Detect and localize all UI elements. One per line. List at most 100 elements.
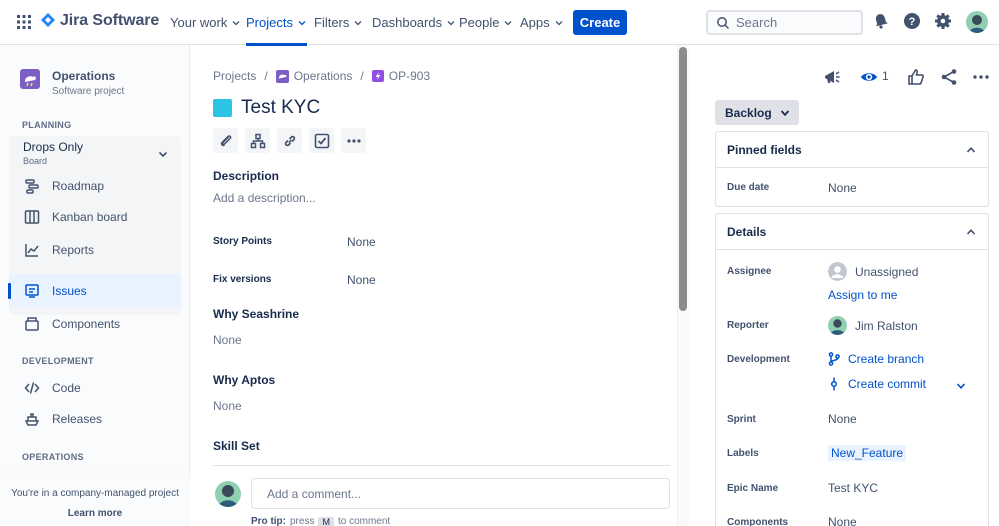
sprint-value[interactable]: None [828,412,857,426]
learn-more-link[interactable]: Learn more [0,508,190,519]
create-branch-link[interactable]: Create branch [828,352,924,366]
pinned-fields-title: Pinned fields [727,142,802,157]
watch-eye-icon[interactable] [860,68,878,86]
search-box[interactable] [706,10,863,35]
app-switcher-icon[interactable] [16,14,32,30]
thumbs-up-icon[interactable] [907,68,925,86]
comment-input[interactable]: Add a comment... [251,478,670,509]
story-points-value[interactable]: None [347,235,376,249]
hierarchy-icon [250,133,265,148]
issue-title[interactable]: Test KYC [241,97,320,119]
settings-gear-icon[interactable] [934,12,954,32]
sidebar-item-reports[interactable]: Reports [9,233,181,266]
nav-people[interactable]: People [459,0,513,45]
why-seashrine-value[interactable]: None [213,333,242,347]
create-commit-link[interactable]: Create commit [828,377,926,391]
issue-title-row: Test KYC [213,97,320,119]
sidebar-item-kanban-board[interactable]: Kanban board [9,200,181,233]
chevron-down-icon[interactable] [956,381,966,391]
epic-name-value[interactable]: Test KYC [828,481,878,495]
child-issue-button[interactable] [245,128,270,153]
details-header[interactable]: Details [716,214,988,250]
comment-area: Add a comment... Pro tip: press M to com… [190,465,687,526]
board-name: Drops Only [23,140,84,154]
sidebar-item-roadmap[interactable]: Roadmap [9,169,181,202]
reporter-value[interactable]: Jim Ralston [828,316,918,335]
more-horizontal-icon [346,138,361,143]
search-input[interactable] [736,15,856,30]
chevron-down-icon[interactable] [157,148,169,160]
development-header: DEVELOPMENT [22,356,94,366]
assignee-value[interactable]: Unassigned [828,262,918,281]
create-button[interactable]: Create [573,10,627,35]
sidebar-item-code[interactable]: Code [9,371,181,404]
jira-logo[interactable]: Jira Software [40,12,159,30]
share-icon[interactable] [940,68,958,86]
nav-projects[interactable]: Projects [246,0,307,46]
description-placeholder[interactable]: Add a description... [213,191,316,205]
project-name: Operations [52,69,116,83]
code-icon [24,381,40,394]
link-issue-button[interactable] [277,128,302,153]
why-seashrine-heading: Why Seashrine [213,307,300,321]
fix-versions-value[interactable]: None [347,273,376,287]
due-date-value[interactable]: None [828,181,857,195]
nav-filters[interactable]: Filters [314,0,363,45]
feedback-megaphone-icon[interactable] [823,68,841,86]
sidebar-item-components[interactable]: Components [9,307,181,340]
issues-icon [25,283,39,298]
breadcrumb: Projects / Operations / OP-903 [213,69,430,83]
due-date-label: Due date [727,182,770,193]
more-actions-button[interactable] [341,128,366,153]
nav-your-work[interactable]: Your work [170,0,241,45]
user-avatar[interactable] [966,11,988,33]
breadcrumb-project[interactable]: Operations [275,69,352,83]
pro-tip: Pro tip: press M to comment [251,516,390,526]
epic-name-label: Epic Name [727,483,779,494]
sidebar-item-releases[interactable]: Releases [9,402,181,435]
project-avatar-icon [275,69,289,83]
components-value[interactable]: None [828,515,857,526]
pinned-fields-header[interactable]: Pinned fields [716,132,988,168]
releases-ship-icon [24,412,40,426]
labels-value[interactable]: New_Feature [828,445,907,461]
board-type: Board [23,156,48,166]
project-header[interactable]: Operations Software project [20,69,124,97]
help-icon[interactable]: ? [903,12,923,32]
create-branch-label: Create branch [848,352,925,366]
more-actions-icon[interactable] [972,68,990,86]
breadcrumb-projects[interactable]: Projects [213,69,256,83]
nav-dashboards[interactable]: Dashboards [372,0,456,45]
link-icon [284,135,295,146]
why-aptos-value[interactable]: None [213,399,242,413]
status-dropdown[interactable]: Backlog [715,100,799,125]
skill-set-heading: Skill Set [213,439,260,453]
chevron-up-icon [966,228,976,235]
chevron-up-icon [966,146,976,153]
sidebar-item-label: Components [52,316,121,331]
create-commit-label: Create commit [848,377,927,391]
breadcrumb-separator: / [264,69,268,83]
issue-main: Projects / Operations / OP-903 Test KYC [190,45,687,526]
label-tag[interactable]: New_Feature [828,445,907,461]
scrollbar-thumb[interactable] [679,47,687,311]
sidebar-item-label: Kanban board [52,209,128,224]
attach-button[interactable] [213,128,238,153]
operations-header: OPERATIONS [22,452,84,462]
chevron-down-icon [232,20,240,25]
nav-dashboards-label: Dashboards [372,15,443,30]
nav-apps[interactable]: Apps [520,0,564,45]
details-title: Details [727,224,767,239]
checklist-button[interactable] [309,128,334,153]
branch-icon [828,352,840,366]
nav-people-label: People [459,15,500,30]
sidebar-item-issues[interactable]: Issues [8,274,181,307]
sidebar-item-label: Issues [52,283,87,298]
issue-type-icon[interactable] [213,99,232,117]
reporter-name: Jim Ralston [855,318,918,333]
assign-to-me-link[interactable]: Assign to me [828,288,897,302]
chevron-down-icon [780,109,789,116]
pro-tip-suffix: to comment [337,516,391,526]
breadcrumb-issue[interactable]: OP-903 [371,69,430,83]
notifications-icon[interactable] [872,12,892,32]
